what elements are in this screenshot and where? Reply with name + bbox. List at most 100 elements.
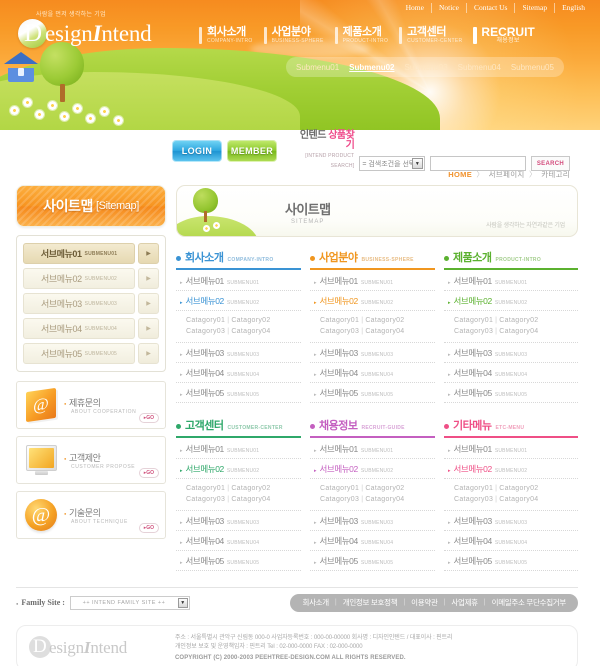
sitemap-item[interactable]: ▸ 서브메뉴04 SUBMENU04 xyxy=(443,363,578,383)
category-label[interactable]: Catagory02 xyxy=(231,485,270,492)
nav-item-customer-center[interactable]: 고객센터 CUSTOMER-CENTER xyxy=(398,26,472,45)
category-label[interactable]: Catagory02 xyxy=(231,317,270,324)
footer-link-email-collection-refusal[interactable]: 이메일주소 무단수집거부 xyxy=(492,597,567,608)
sidebar-item-submenu04[interactable]: 서브메뉴04 SUBMENU04 ▶ xyxy=(23,318,159,339)
sitemap-item[interactable]: ▸ 서브메뉴05 SUBMENU05 xyxy=(309,551,435,571)
submenu-item-04[interactable]: Submenu04 xyxy=(458,63,501,72)
category-label[interactable]: Catagory04 xyxy=(231,328,270,335)
sitemap-item[interactable]: ▸ 서브메뉴05 SUBMENU05 xyxy=(443,383,578,403)
sitemap-item[interactable]: ▸ 서브메뉴03 SUBMENU03 xyxy=(309,511,435,531)
sitemap-item[interactable]: ▸ 서브메뉴04 SUBMENU04 xyxy=(176,531,301,551)
sitemap-item[interactable]: ▸ 서브메뉴01 SUBMENU01 xyxy=(443,271,578,291)
chevron-down-icon[interactable]: ▼ xyxy=(411,158,423,169)
sitemap-item[interactable]: ▸ 서브메뉴01 SUBMENU01 xyxy=(176,271,301,291)
topnav-contact-us[interactable]: Contact Us xyxy=(465,3,515,13)
family-site-select[interactable]: ++ INTEND FAMILY SITE ++ ▼ xyxy=(69,595,190,610)
sitemap-item-active[interactable]: ▸ 서브메뉴02 SUBMENU02 xyxy=(443,291,578,311)
sitemap-item[interactable]: ▸ 서브메뉴01 SUBMENU01 xyxy=(176,439,301,459)
site-logo[interactable]: 사람을 먼저 생각하는 기업 D esignIntend xyxy=(18,9,152,49)
search-button[interactable]: SEARCH xyxy=(530,156,570,171)
chevron-right-icon[interactable]: ▶ xyxy=(138,318,159,339)
topnav-home[interactable]: Home xyxy=(399,3,431,13)
category-label[interactable]: Catagory01 xyxy=(186,485,225,492)
sitemap-item-active[interactable]: ▸ 서브메뉴02 SUBMENU02 xyxy=(443,459,578,479)
breadcrumb-level1[interactable]: 서브페이지 xyxy=(489,170,525,179)
category-label[interactable]: Catagory04 xyxy=(499,328,538,335)
chevron-right-icon[interactable]: ▶ xyxy=(138,243,159,264)
sidebar-item-submenu01[interactable]: 서브메뉴01 SUBMENU01 ▶ xyxy=(23,243,159,264)
sitemap-item-active[interactable]: ▸ 서브메뉴02 SUBMENU02 xyxy=(309,291,435,311)
sitemap-item-active[interactable]: ▸ 서브메뉴02 SUBMENU02 xyxy=(176,459,301,479)
sitemap-item[interactable]: ▸ 서브메뉴03 SUBMENU03 xyxy=(176,511,301,531)
sitemap-item-active[interactable]: ▸ 서브메뉴02 SUBMENU02 xyxy=(176,291,301,311)
category-label[interactable]: Catagory02 xyxy=(365,485,404,492)
category-label[interactable]: Catagory03 xyxy=(320,328,359,335)
banner-go-button[interactable]: ▸GO xyxy=(138,523,159,533)
submenu-item-03[interactable]: Submenu03 xyxy=(405,63,448,72)
submenu-item-01[interactable]: Submenu01 xyxy=(296,63,339,72)
sidebar-item-submenu02[interactable]: 서브메뉴02 SUBMENU02 ▶ xyxy=(23,268,159,289)
chevron-right-icon[interactable]: ▶ xyxy=(138,268,159,289)
nav-item-product-intro[interactable]: 제품소개 PRODUCT-INTRO xyxy=(334,26,399,45)
topnav-english[interactable]: English xyxy=(554,3,592,13)
sitemap-item[interactable]: ▸ 서브메뉴03 SUBMENU03 xyxy=(176,343,301,363)
breadcrumb-home[interactable]: HOME xyxy=(448,170,472,179)
banner-go-button[interactable]: ▸GO xyxy=(138,468,159,478)
footer-link-company-intro[interactable]: 회사소개 xyxy=(302,597,329,608)
category-label[interactable]: Catagory03 xyxy=(186,328,225,335)
category-label[interactable]: Catagory01 xyxy=(454,317,493,324)
banner-customer-propose[interactable]: 고객제안 CUSTOMER PROPOSE ▸GO xyxy=(16,436,166,484)
nav-item-recruit[interactable]: RECRUIT 채용정보 xyxy=(472,26,544,45)
search-condition-select[interactable]: = 검색조건을 선택 = ▼ xyxy=(359,156,425,171)
sitemap-item[interactable]: ▸ 서브메뉴05 SUBMENU05 xyxy=(176,551,301,571)
chevron-down-icon[interactable]: ▼ xyxy=(177,597,188,608)
category-label[interactable]: Catagory01 xyxy=(320,485,359,492)
search-input[interactable] xyxy=(429,156,526,171)
chevron-right-icon[interactable]: ▶ xyxy=(138,293,159,314)
sitemap-item-active[interactable]: ▸ 서브메뉴02 SUBMENU02 xyxy=(309,459,435,479)
sitemap-item[interactable]: ▸ 서브메뉴01 SUBMENU01 xyxy=(443,439,578,459)
sitemap-item[interactable]: ▸ 서브메뉴01 SUBMENU01 xyxy=(309,271,435,291)
nav-item-company-intro[interactable]: 회사소개 COMPANY-INTRO xyxy=(198,26,263,45)
sitemap-item[interactable]: ▸ 서브메뉴05 SUBMENU05 xyxy=(176,383,301,403)
category-label[interactable]: Catagory02 xyxy=(365,317,404,324)
sitemap-item[interactable]: ▸ 서브메뉴04 SUBMENU04 xyxy=(443,531,578,551)
submenu-item-05[interactable]: Submenu05 xyxy=(511,63,554,72)
category-label[interactable]: Catagory03 xyxy=(454,328,493,335)
sitemap-item[interactable]: ▸ 서브메뉴01 SUBMENU01 xyxy=(309,439,435,459)
footer-link-terms[interactable]: 이용약관 xyxy=(411,597,438,608)
nav-item-business-sphere[interactable]: 사업분야 BUSINESS-SPHERE xyxy=(263,26,334,45)
banner-cooperation[interactable]: @ 제휴문의 ABOUT COOPERATION ▸GO xyxy=(16,381,166,429)
footer-link-partnership[interactable]: 사업제휴 xyxy=(451,597,478,608)
category-label[interactable]: Catagory04 xyxy=(499,496,538,503)
sitemap-item[interactable]: ▸ 서브메뉴03 SUBMENU03 xyxy=(443,343,578,363)
sitemap-item[interactable]: ▸ 서브메뉴03 SUBMENU03 xyxy=(443,511,578,531)
category-label[interactable]: Catagory03 xyxy=(320,496,359,503)
sitemap-item[interactable]: ▸ 서브메뉴04 SUBMENU04 xyxy=(309,531,435,551)
sitemap-item[interactable]: ▸ 서브메뉴04 SUBMENU04 xyxy=(176,363,301,383)
member-button[interactable]: MEMBER xyxy=(227,140,278,162)
chevron-right-icon[interactable]: ▶ xyxy=(138,343,159,364)
category-label[interactable]: Catagory04 xyxy=(365,328,404,335)
footer-link-privacy-policy[interactable]: 개인정보 보호정책 xyxy=(343,597,398,608)
sitemap-item[interactable]: ▸ 서브메뉴05 SUBMENU05 xyxy=(443,551,578,571)
submenu-item-02[interactable]: Submenu02 xyxy=(349,63,394,72)
category-label[interactable]: Catagory02 xyxy=(499,317,538,324)
sitemap-item[interactable]: ▸ 서브메뉴04 SUBMENU04 xyxy=(309,363,435,383)
topnav-notice[interactable]: Notice xyxy=(430,3,466,13)
category-label[interactable]: Catagory01 xyxy=(186,317,225,324)
sidebar-item-submenu03[interactable]: 서브메뉴03 SUBMENU03 ▶ xyxy=(23,293,159,314)
sitemap-item[interactable]: ▸ 서브메뉴03 SUBMENU03 xyxy=(309,343,435,363)
banner-technique[interactable]: @ 기술문의 ABOUT TECHNIQUE ▸GO xyxy=(16,491,166,539)
banner-go-button[interactable]: ▸GO xyxy=(138,413,159,423)
category-label[interactable]: Catagory03 xyxy=(186,496,225,503)
sitemap-item[interactable]: ▸ 서브메뉴05 SUBMENU05 xyxy=(309,383,435,403)
category-label[interactable]: Catagory02 xyxy=(499,485,538,492)
category-label[interactable]: Catagory01 xyxy=(320,317,359,324)
topnav-sitemap[interactable]: Sitemap xyxy=(514,3,554,13)
category-label[interactable]: Catagory03 xyxy=(454,496,493,503)
sidebar-item-submenu05[interactable]: 서브메뉴05 SUBMENU05 ▶ xyxy=(23,343,159,364)
category-label[interactable]: Catagory01 xyxy=(454,485,493,492)
login-button[interactable]: LOGIN xyxy=(172,140,223,162)
category-label[interactable]: Catagory04 xyxy=(231,496,270,503)
